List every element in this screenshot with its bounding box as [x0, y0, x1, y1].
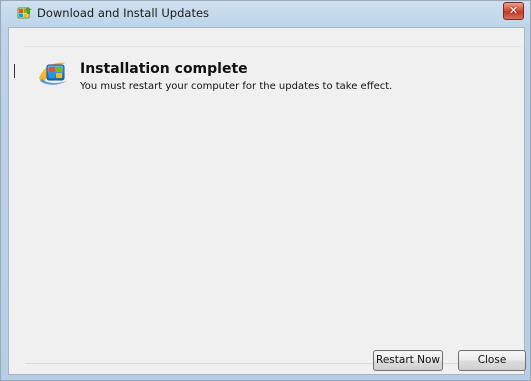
- window-title: Download and Install Updates: [37, 6, 210, 20]
- close-icon: ✕: [508, 4, 519, 17]
- content-panel: [25, 46, 522, 364]
- close-button[interactable]: Close: [458, 350, 526, 371]
- close-window-button[interactable]: ✕: [503, 2, 524, 20]
- text-cursor-mark: [14, 64, 15, 78]
- title-bar[interactable]: Download and Install Updates ✕: [1, 1, 530, 25]
- status-message: You must restart your computer for the u…: [80, 81, 393, 92]
- windows-update-icon: [17, 7, 32, 19]
- windows-update-icon: [39, 62, 67, 85]
- status-heading: Installation complete: [80, 61, 248, 77]
- restart-now-button[interactable]: Restart Now: [373, 350, 443, 371]
- update-dialog-window: Download and Install Updates ✕ Installat…: [0, 0, 531, 381]
